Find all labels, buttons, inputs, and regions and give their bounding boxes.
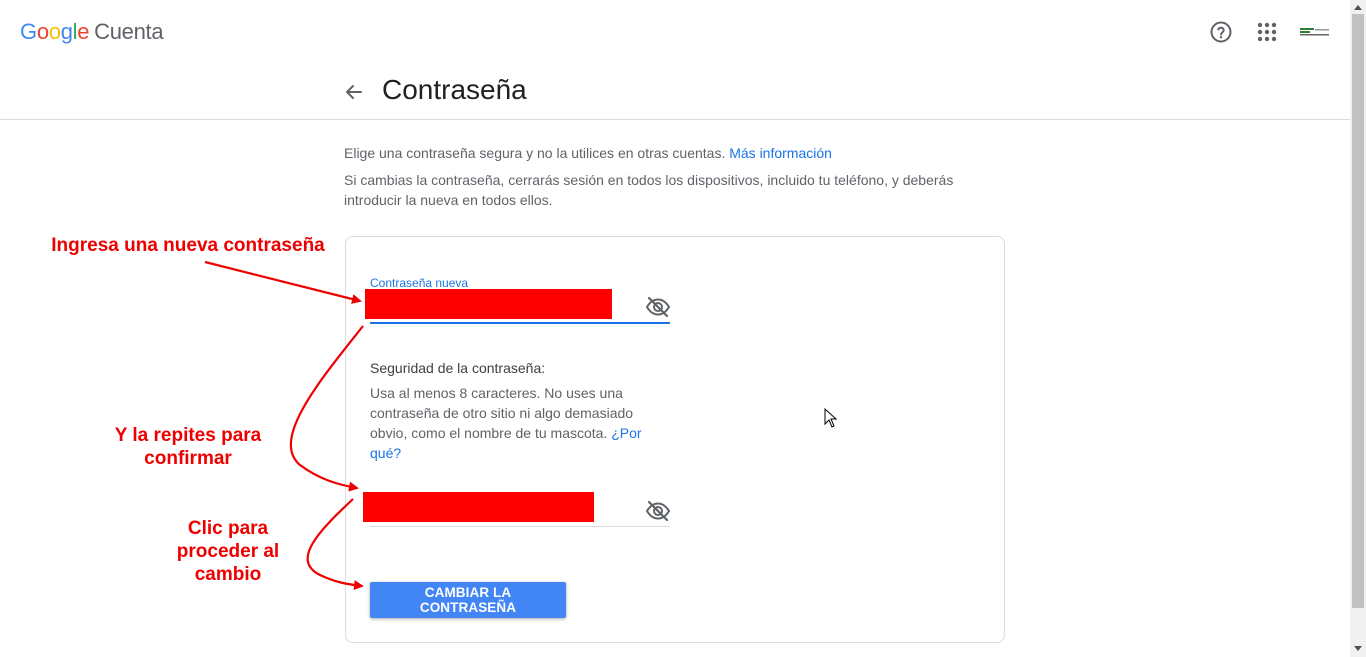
account-avatar[interactable] bbox=[1298, 22, 1332, 42]
annotation-click-line3: cambio bbox=[194, 564, 262, 585]
annotation-click-line2: proceder al bbox=[176, 541, 280, 562]
intro-line-1: Elige una contraseña segura y no la util… bbox=[344, 143, 1004, 163]
page-header: Contraseña bbox=[0, 64, 1350, 120]
help-icon[interactable] bbox=[1207, 18, 1235, 46]
intro-text: Elige una contraseña segura y no la util… bbox=[344, 145, 726, 161]
new-password-label: Contraseña nueva bbox=[370, 276, 469, 290]
annotation-repeat-line1: Y la repites para bbox=[114, 425, 262, 446]
intro-line-2: Si cambias la contraseña, cerrarás sesió… bbox=[344, 172, 954, 208]
redacted-confirm-password bbox=[363, 492, 594, 522]
arrow-back-icon[interactable] bbox=[342, 80, 366, 104]
change-password-button[interactable]: CAMBIAR LA CONTRASEÑA bbox=[370, 582, 566, 618]
logo-product: Cuenta bbox=[94, 19, 164, 44]
page-title: Contraseña bbox=[382, 74, 527, 105]
annotation-repeat-line2: confirmar bbox=[144, 448, 232, 469]
annotation-click-line1: Clic para bbox=[187, 518, 269, 539]
annotation-click: Clic para proceder al cambio bbox=[148, 517, 308, 586]
strength-body: Usa al menos 8 caracteres. No uses una c… bbox=[370, 385, 634, 441]
scroll-down-icon[interactable] bbox=[1354, 646, 1362, 651]
mouse-cursor-icon bbox=[824, 407, 838, 433]
more-info-link[interactable]: Más información bbox=[729, 145, 832, 161]
strength-text: Usa al menos 8 caracteres. No uses una c… bbox=[370, 383, 660, 463]
top-bar: Google Cuenta bbox=[0, 0, 1350, 64]
scroll-thumb[interactable] bbox=[1352, 14, 1364, 608]
vertical-scrollbar[interactable] bbox=[1350, 0, 1366, 657]
arrow-to-new-password bbox=[204, 260, 362, 304]
eye-off-icon[interactable] bbox=[645, 294, 671, 320]
apps-grid-icon[interactable] bbox=[1253, 18, 1281, 46]
annotation-repeat: Y la repites para confirmar bbox=[90, 424, 286, 470]
eye-off-icon[interactable] bbox=[645, 498, 671, 524]
redacted-new-password bbox=[365, 289, 612, 319]
annotation-new-password: Ingresa una nueva contraseña bbox=[51, 235, 325, 256]
strength-heading: Seguridad de la contraseña: bbox=[370, 360, 546, 376]
logo-brand: Google bbox=[20, 19, 90, 44]
google-account-logo[interactable]: Google Cuenta bbox=[20, 19, 164, 45]
scroll-up-icon[interactable] bbox=[1354, 5, 1362, 10]
